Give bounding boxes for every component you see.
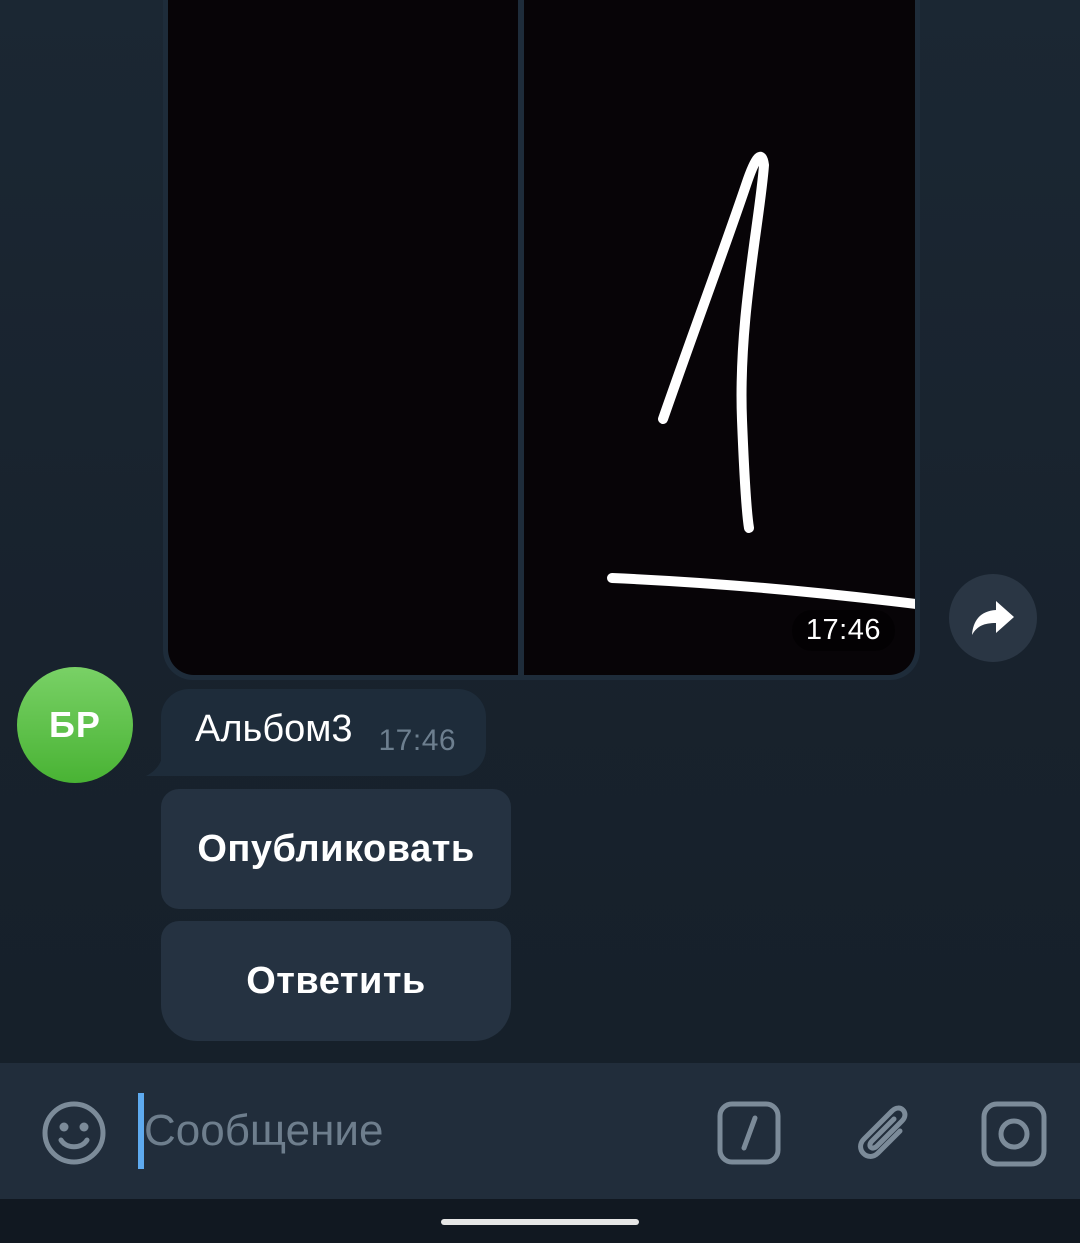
emoji-button[interactable] <box>41 1100 107 1166</box>
home-indicator[interactable] <box>441 1219 639 1225</box>
album-photo-2[interactable]: 17:46 <box>524 0 915 675</box>
album-timestamp: 17:46 <box>791 610 895 651</box>
smile-icon <box>42 1101 106 1165</box>
message-text: Альбом3 <box>195 708 353 750</box>
paperclip-icon <box>858 1105 908 1159</box>
message-input[interactable] <box>138 1093 684 1169</box>
chat-area[interactable]: 17:46 БР Альбом3 17:46 Опубликовать Отве… <box>0 0 1080 1063</box>
message-bubble[interactable]: Альбом3 17:46 <box>161 689 487 776</box>
publish-button[interactable]: Опубликовать <box>161 789 511 909</box>
message-input-bar <box>0 1063 1080 1199</box>
reply-button[interactable]: Ответить <box>161 921 511 1041</box>
avatar-initials: БР <box>49 704 101 745</box>
system-navigation-bar <box>0 1199 1080 1243</box>
attach-button[interactable] <box>850 1099 916 1165</box>
forward-button[interactable] <box>949 574 1037 662</box>
camera-button[interactable] <box>981 1101 1047 1167</box>
slash-command-icon <box>717 1101 781 1165</box>
handwritten-one-drawing <box>607 151 915 609</box>
avatar[interactable]: БР <box>17 667 133 783</box>
forward-arrow-icon <box>972 601 1014 635</box>
camera-icon <box>981 1101 1047 1167</box>
message-timestamp: 17:46 <box>378 723 457 757</box>
album-photo-1[interactable] <box>168 0 518 675</box>
bot-commands-button[interactable] <box>717 1101 781 1165</box>
photo-album-message[interactable]: 17:46 <box>163 0 920 680</box>
